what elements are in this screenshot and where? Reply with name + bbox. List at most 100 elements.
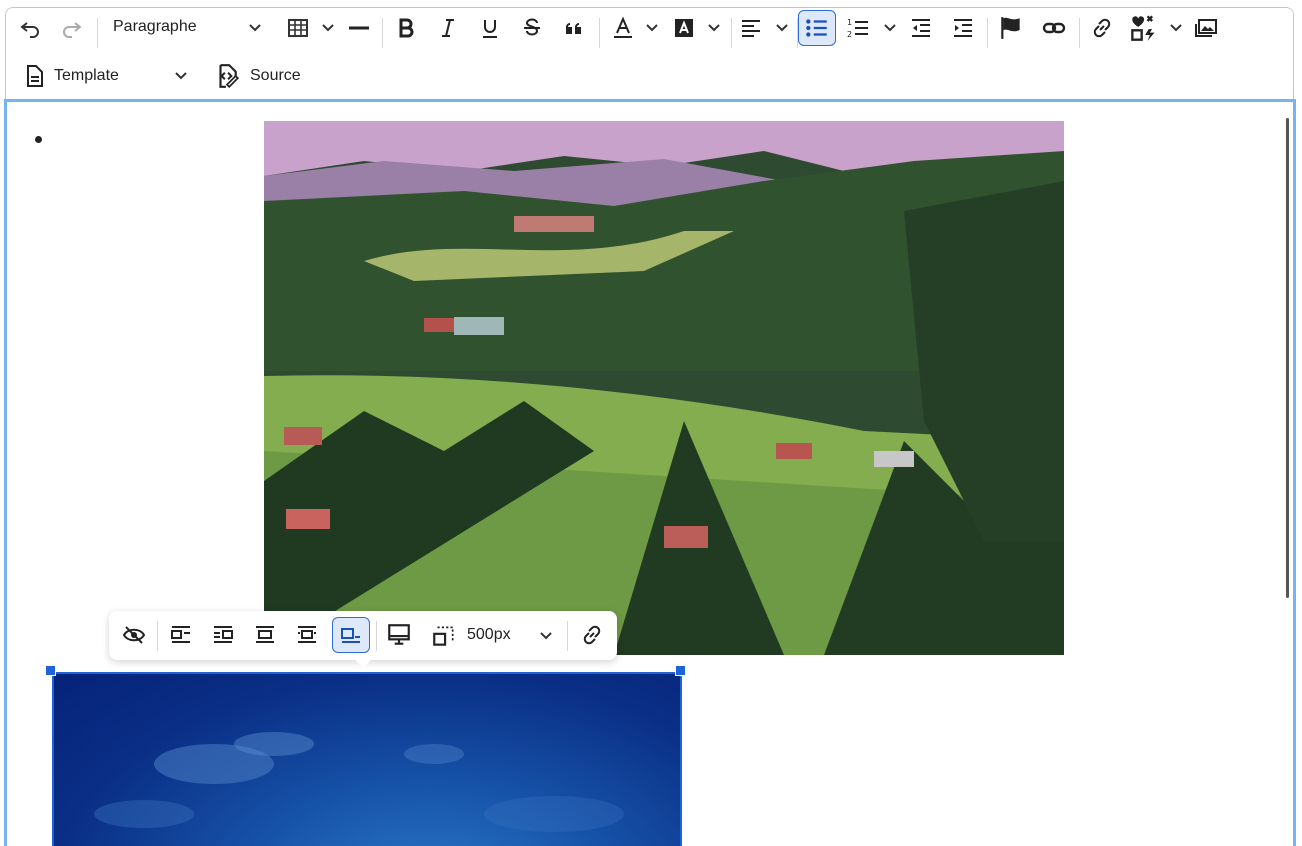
sky-picture [94,732,624,832]
strikethrough-icon [524,18,540,36]
svg-text:1: 1 [847,18,852,27]
image-gallery-icon [1195,19,1217,37]
bold-icon [399,18,414,38]
toggle-alt-text-button[interactable] [117,617,151,653]
content-scrollbar[interactable] [1286,118,1289,598]
image-toolbar: 500px [109,611,617,668]
outdent-button[interactable] [905,10,937,46]
block-center-button[interactable] [248,617,282,653]
horizontal-line-button[interactable] [343,10,375,46]
indent-icon [954,19,972,37]
block-center-icon [256,626,274,643]
source-button[interactable]: Source [210,58,310,94]
undo-button[interactable] [14,10,46,46]
insert-table-button[interactable] [282,10,340,46]
image-display-button[interactable] [382,617,416,653]
table-icon [288,19,308,37]
chevron-down-icon [646,24,658,32]
blockquote-button[interactable] [558,10,590,46]
chevron-down-icon [1170,24,1182,32]
toolbar-separator [599,18,600,48]
toolbar-separator [157,621,158,651]
wrap-left-icon [171,626,190,643]
font-background-color-icon [675,19,693,37]
redo-icon [63,22,82,38]
chevron-down-icon [175,72,187,80]
link-icon [1093,18,1111,38]
alignment-dropdown[interactable] [736,10,794,46]
toolbar-separator [731,18,732,48]
chevron-down-icon [540,632,552,640]
inline-icon [298,626,316,643]
template-dropdown-label: Template [54,67,119,84]
bold-button[interactable] [390,10,422,46]
chevron-down-icon [322,24,334,32]
toolbar-row-1: Paragraphe 1 2 [6,10,1293,56]
font-background-color-dropdown[interactable] [668,10,726,46]
document-icon [27,65,43,87]
link-chain-icon [1042,22,1066,34]
image-link-button[interactable] [575,617,609,653]
toolbar-separator [376,621,377,651]
numbered-list-dropdown[interactable]: 12 [842,10,900,46]
underline-icon [483,20,497,38]
italic-button[interactable] [432,10,464,46]
sky-image[interactable] [52,672,682,846]
toolbar-separator [382,18,383,48]
inline-button[interactable] [290,617,324,653]
chevron-down-icon [884,24,896,32]
undo-icon [20,22,39,38]
toolbar-separator [987,18,988,48]
editor-content[interactable] [4,99,1296,846]
toolbar-separator [97,18,98,48]
monitor-icon [388,624,410,645]
resize-handle-top-left[interactable] [45,665,56,676]
heading-dropdown[interactable]: Paragraphe [104,10,272,46]
bulleted-list-button[interactable] [798,10,836,46]
redo-button[interactable] [56,10,88,46]
flag-icon [1001,17,1020,39]
font-color-icon [614,16,632,38]
underline-button[interactable] [474,10,506,46]
strikethrough-button[interactable] [516,10,548,46]
link-icon [583,625,601,645]
wrap-right-icon [214,626,233,643]
link-button[interactable] [1086,10,1118,46]
italic-icon [442,19,454,37]
special-characters-icon [1131,15,1155,41]
toolbar-pointer-arrow [355,660,371,668]
image-gallery-button[interactable] [1190,10,1222,46]
toggle-alt-text-icon [122,626,146,644]
chevron-down-icon [249,24,261,32]
numbered-list-icon: 12 [847,18,868,39]
source-code-icon [219,64,240,89]
landscape-picture [264,121,1064,655]
template-dropdown[interactable]: Template [16,58,194,94]
outdent-icon [912,19,930,37]
list-bullet [35,136,42,143]
side-image-button[interactable] [332,617,370,653]
blockquote-icon [566,23,581,34]
flag-button[interactable] [994,10,1028,46]
source-button-label: Source [250,67,301,84]
landscape-image[interactable] [264,121,1064,655]
image-size-value: 500px [467,626,511,643]
align-left-icon [742,20,760,37]
toolbar-separator [567,621,568,651]
link-chain-button[interactable] [1038,10,1070,46]
chevron-down-icon [708,24,720,32]
svg-text:2: 2 [847,30,852,39]
indent-button[interactable] [947,10,979,46]
heading-dropdown-value: Paragraphe [113,18,197,35]
toolbar-separator [1079,18,1080,48]
image-resize-dropdown[interactable]: 500px [425,617,555,653]
wrap-left-button[interactable] [164,617,198,653]
main-toolbar: Paragraphe 1 2 Template Source [6,8,1293,100]
toolbar-row-2: Template Source [6,58,1293,104]
bulleted-list-icon [806,19,827,37]
resize-handle-top-right[interactable] [675,665,686,676]
image-resize-icon [433,626,454,646]
font-color-dropdown[interactable] [607,10,663,46]
wrap-right-button[interactable] [206,617,240,653]
special-characters-dropdown[interactable] [1128,10,1186,46]
